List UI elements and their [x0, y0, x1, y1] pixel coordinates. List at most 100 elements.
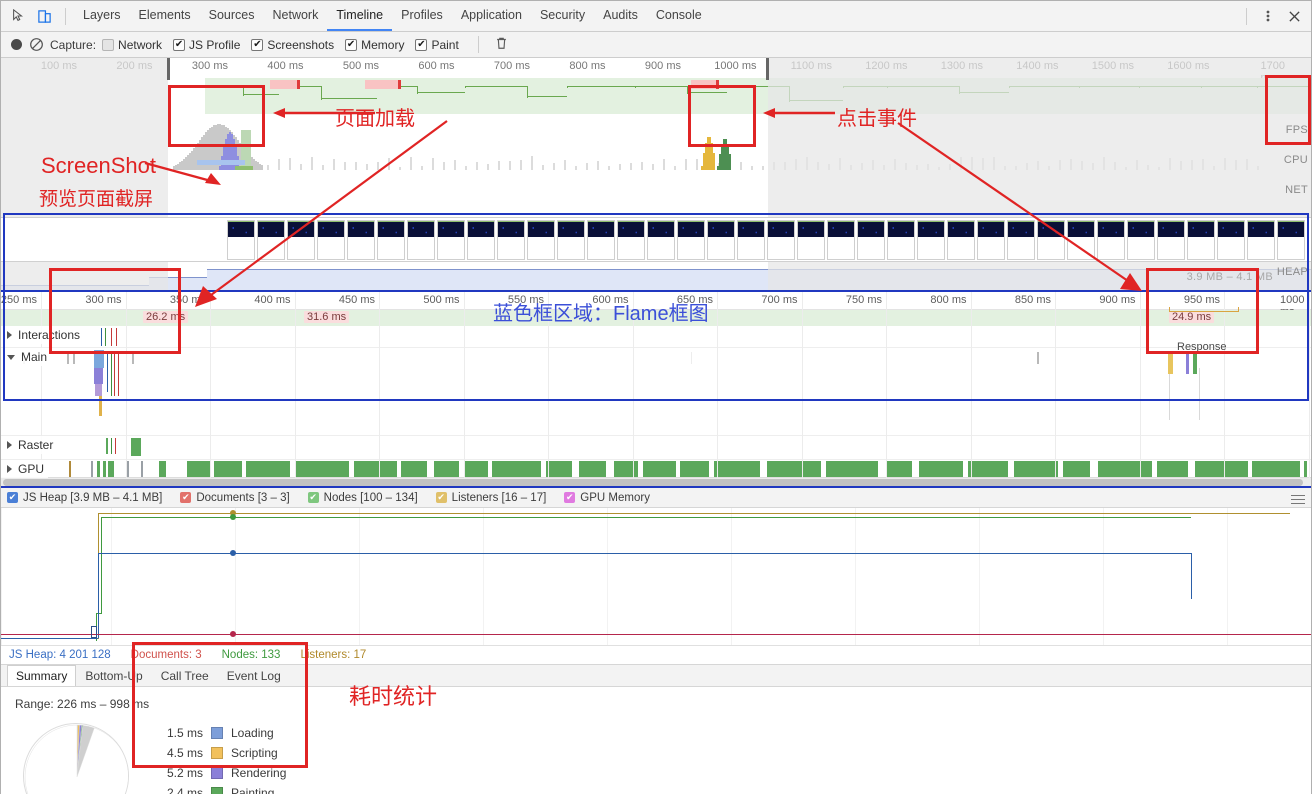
- main-event[interactable]: [67, 352, 69, 364]
- flame-chart-pane[interactable]: 250 ms300 ms350 ms400 ms450 ms500 ms550 …: [1, 292, 1311, 488]
- filmstrip-thumbnail[interactable]: [467, 220, 495, 260]
- filmstrip-thumbnail[interactable]: [1127, 220, 1155, 260]
- record-circle-icon[interactable]: [11, 39, 22, 50]
- main-event[interactable]: [691, 352, 692, 364]
- main-event[interactable]: [1169, 374, 1170, 420]
- track-interactions-header[interactable]: Interactions: [1, 326, 84, 344]
- counters-menu-icon[interactable]: [1291, 492, 1305, 507]
- filmstrip-thumbnail[interactable]: [527, 220, 555, 260]
- frame-duration-label[interactable]: 24.9 ms: [1169, 311, 1214, 323]
- long-frame-marker[interactable]: [270, 80, 300, 89]
- main-event-rendering[interactable]: [1186, 352, 1189, 374]
- counter-legend-item[interactable]: Listeners [16 – 17]: [436, 492, 547, 504]
- capture-option-network[interactable]: Network: [102, 38, 162, 52]
- filmstrip-thumbnail[interactable]: [737, 220, 765, 260]
- frame-duration-label[interactable]: 26.2 ms: [143, 311, 188, 323]
- filmstrip-thumbnail[interactable]: [1157, 220, 1185, 260]
- flame-horizontal-scrollbar[interactable]: [1, 477, 1311, 486]
- no-entry-icon[interactable]: [29, 37, 44, 52]
- main-event[interactable]: [132, 352, 134, 364]
- overview-window-right-handle[interactable]: [766, 58, 769, 80]
- tab-elements[interactable]: Elements: [130, 2, 200, 31]
- interaction-marker[interactable]: [105, 328, 106, 346]
- legend-row[interactable]: 2.4 msPainting: [141, 783, 286, 794]
- main-marker[interactable]: [114, 352, 115, 396]
- main-event[interactable]: [73, 352, 75, 364]
- legend-row[interactable]: 1.5 msLoading: [141, 723, 286, 743]
- interaction-marker[interactable]: [101, 328, 102, 346]
- frame-duration-label[interactable]: 31.6 ms: [304, 311, 349, 323]
- details-tab-summary[interactable]: Summary: [7, 665, 76, 686]
- tab-profiles[interactable]: Profiles: [392, 2, 452, 31]
- filmstrip-thumbnail[interactable]: [887, 220, 915, 260]
- counter-legend-item[interactable]: GPU Memory: [564, 492, 650, 504]
- device-toolbar-icon[interactable]: [31, 4, 57, 28]
- scrollbar-thumb[interactable]: [3, 479, 1303, 486]
- tab-security[interactable]: Security: [531, 2, 594, 31]
- counter-checkbox[interactable]: [564, 492, 575, 503]
- filmstrip-thumbnail[interactable]: [587, 220, 615, 260]
- track-main-header[interactable]: Main: [1, 348, 51, 366]
- filmstrip-thumbnail[interactable]: [1007, 220, 1035, 260]
- filmstrip-thumbnail[interactable]: [617, 220, 645, 260]
- capture-option-paint[interactable]: Paint: [415, 38, 458, 52]
- main-event[interactable]: [99, 396, 102, 416]
- screenshot-filmstrip[interactable]: [1, 218, 1311, 262]
- filmstrip-thumbnail[interactable]: [827, 220, 855, 260]
- legend-row[interactable]: 5.2 msRendering: [141, 763, 286, 783]
- filmstrip-thumbnail[interactable]: [317, 220, 345, 260]
- filmstrip-thumbnail[interactable]: [917, 220, 945, 260]
- filmstrip-thumbnail[interactable]: [677, 220, 705, 260]
- filmstrip-thumbnail[interactable]: [1277, 220, 1305, 260]
- raster-event[interactable]: [131, 438, 141, 456]
- counter-legend-item[interactable]: JS Heap [3.9 MB – 4.1 MB]: [7, 492, 162, 504]
- counter-legend-item[interactable]: Nodes [100 – 134]: [308, 492, 418, 504]
- tab-network[interactable]: Network: [264, 2, 328, 31]
- details-tab-event-log[interactable]: Event Log: [218, 665, 290, 686]
- long-frame-marker[interactable]: [691, 80, 719, 89]
- filmstrip-thumbnail[interactable]: [257, 220, 285, 260]
- filmstrip-thumbnail[interactable]: [437, 220, 465, 260]
- checkbox-network[interactable]: [102, 39, 114, 51]
- filmstrip-thumbnail[interactable]: [1037, 220, 1065, 260]
- track-gpu-header[interactable]: GPU: [1, 460, 48, 478]
- raster-event[interactable]: [106, 438, 108, 454]
- filmstrip-thumbnail[interactable]: [1217, 220, 1245, 260]
- checkbox-js-profile[interactable]: [173, 39, 185, 51]
- counter-checkbox[interactable]: [436, 492, 447, 503]
- main-marker[interactable]: [118, 352, 119, 396]
- checkbox-memory[interactable]: [345, 39, 357, 51]
- filmstrip-thumbnail[interactable]: [647, 220, 675, 260]
- filmstrip-thumbnail[interactable]: [1097, 220, 1125, 260]
- main-marker[interactable]: [111, 352, 112, 396]
- filmstrip-thumbnail[interactable]: [377, 220, 405, 260]
- filmstrip-thumbnail[interactable]: [707, 220, 735, 260]
- overview-window-left-handle[interactable]: [167, 58, 170, 80]
- tab-sources[interactable]: Sources: [200, 2, 264, 31]
- track-interactions[interactable]: Interactions: [1, 326, 1311, 348]
- filmstrip-thumbnail[interactable]: [557, 220, 585, 260]
- track-main[interactable]: Main: [1, 348, 1311, 436]
- track-raster[interactable]: Raster: [1, 436, 1311, 460]
- close-icon[interactable]: [1281, 4, 1307, 28]
- tab-audits[interactable]: Audits: [594, 2, 647, 31]
- filmstrip-thumbnail[interactable]: [857, 220, 885, 260]
- main-event-rendering[interactable]: [94, 368, 103, 384]
- filmstrip-thumbnail[interactable]: [767, 220, 795, 260]
- trash-icon[interactable]: [495, 36, 508, 53]
- filmstrip-thumbnail[interactable]: [497, 220, 525, 260]
- main-event[interactable]: [95, 384, 102, 396]
- main-event-scripting[interactable]: [1168, 352, 1173, 374]
- checkbox-paint[interactable]: [415, 39, 427, 51]
- raster-event[interactable]: [115, 438, 116, 454]
- main-event[interactable]: [1199, 368, 1200, 420]
- details-tab-call-tree[interactable]: Call Tree: [152, 665, 218, 686]
- checkbox-screenshots[interactable]: [251, 39, 263, 51]
- capture-option-js-profile[interactable]: JS Profile: [173, 38, 240, 52]
- tab-console[interactable]: Console: [647, 2, 711, 31]
- counter-checkbox[interactable]: [308, 492, 319, 503]
- counter-checkbox[interactable]: [7, 492, 18, 503]
- main-event[interactable]: [1037, 352, 1039, 364]
- pie-slice-idle[interactable]: [25, 725, 129, 794]
- filmstrip-thumbnail[interactable]: [227, 220, 255, 260]
